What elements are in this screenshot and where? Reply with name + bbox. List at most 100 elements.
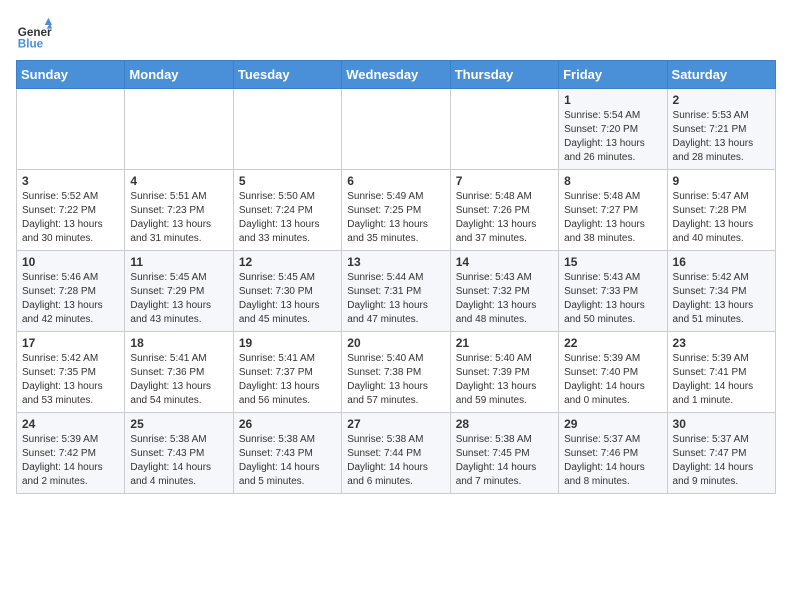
day-number: 29 [564, 417, 661, 431]
day-number: 21 [456, 336, 553, 350]
day-cell: 22 Sunrise: 5:39 AM Sunset: 7:40 PM Dayli… [559, 332, 667, 413]
logo-icon: General Blue [16, 16, 52, 52]
day-number: 7 [456, 174, 553, 188]
day-number: 30 [673, 417, 770, 431]
day-number: 20 [347, 336, 444, 350]
day-cell: 30 Sunrise: 5:37 AM Sunset: 7:47 PM Dayli… [667, 413, 775, 494]
day-cell: 3 Sunrise: 5:52 AM Sunset: 7:22 PM Daylig… [17, 170, 125, 251]
day-cell: 17Sunrise: 5:42 AM Sunset: 7:35 PM Dayli… [17, 332, 125, 413]
day-cell: 10 Sunrise: 5:46 AM Sunset: 7:28 PM Dayli… [17, 251, 125, 332]
day-info: Sunrise: 5:40 AM Sunset: 7:39 PM Dayligh… [456, 352, 553, 408]
day-number: 15 [564, 255, 661, 269]
day-cell [17, 89, 125, 170]
day-number: 3 [22, 174, 119, 188]
day-number: 19 [239, 336, 336, 350]
weekday-header-thursday: Thursday [450, 61, 558, 89]
day-info: Sunrise: 5:38 AM Sunset: 7:44 PM Dayligh… [347, 433, 444, 489]
day-cell: 16Sunrise: 5:42 AM Sunset: 7:34 PM Dayli… [667, 251, 775, 332]
day-info: Sunrise: 5:52 AM Sunset: 7:22 PM Dayligh… [22, 190, 119, 246]
day-info: Sunrise: 5:39 AM Sunset: 7:42 PM Dayligh… [22, 433, 119, 489]
day-info: Sunrise: 5:46 AM Sunset: 7:28 PM Dayligh… [22, 271, 119, 327]
day-cell: 2 Sunrise: 5:53 AM Sunset: 7:21 PM Daylig… [667, 89, 775, 170]
day-info: Sunrise: 5:51 AM Sunset: 7:23 PM Dayligh… [130, 190, 227, 246]
day-info: Sunrise: 5:37 AM Sunset: 7:47 PM Dayligh… [673, 433, 770, 489]
day-number: 4 [130, 174, 227, 188]
day-info: Sunrise: 5:39 AM Sunset: 7:40 PM Dayligh… [564, 352, 661, 408]
calendar-table: SundayMondayTuesdayWednesdayThursdayFrid… [16, 60, 776, 494]
day-number: 23 [673, 336, 770, 350]
day-number: 14 [456, 255, 553, 269]
day-number: 24 [22, 417, 119, 431]
day-info: Sunrise: 5:41 AM Sunset: 7:37 PM Dayligh… [239, 352, 336, 408]
day-number: 5 [239, 174, 336, 188]
day-info: Sunrise: 5:44 AM Sunset: 7:31 PM Dayligh… [347, 271, 444, 327]
day-cell: 8 Sunrise: 5:48 AM Sunset: 7:27 PM Daylig… [559, 170, 667, 251]
week-row-1: 1 Sunrise: 5:54 AM Sunset: 7:20 PM Daylig… [17, 89, 776, 170]
day-info: Sunrise: 5:43 AM Sunset: 7:32 PM Dayligh… [456, 271, 553, 327]
day-info: Sunrise: 5:50 AM Sunset: 7:24 PM Dayligh… [239, 190, 336, 246]
day-info: Sunrise: 5:53 AM Sunset: 7:21 PM Dayligh… [673, 109, 770, 165]
day-cell: 11 Sunrise: 5:45 AM Sunset: 7:29 PM Dayli… [125, 251, 233, 332]
day-cell: 5 Sunrise: 5:50 AM Sunset: 7:24 PM Daylig… [233, 170, 341, 251]
day-cell: 15Sunrise: 5:43 AM Sunset: 7:33 PM Dayli… [559, 251, 667, 332]
day-number: 27 [347, 417, 444, 431]
day-cell: 7 Sunrise: 5:48 AM Sunset: 7:26 PM Daylig… [450, 170, 558, 251]
day-number: 12 [239, 255, 336, 269]
day-cell: 20 Sunrise: 5:40 AM Sunset: 7:38 PM Dayli… [342, 332, 450, 413]
day-cell: 25Sunrise: 5:38 AM Sunset: 7:43 PM Dayli… [125, 413, 233, 494]
day-cell: 6Sunrise: 5:49 AM Sunset: 7:25 PM Daylig… [342, 170, 450, 251]
day-number: 11 [130, 255, 227, 269]
day-info: Sunrise: 5:40 AM Sunset: 7:38 PM Dayligh… [347, 352, 444, 408]
day-cell: 21 Sunrise: 5:40 AM Sunset: 7:39 PM Dayli… [450, 332, 558, 413]
day-cell: 23 Sunrise: 5:39 AM Sunset: 7:41 PM Dayli… [667, 332, 775, 413]
day-number: 26 [239, 417, 336, 431]
weekday-header-friday: Friday [559, 61, 667, 89]
day-cell [233, 89, 341, 170]
day-number: 28 [456, 417, 553, 431]
day-cell [450, 89, 558, 170]
day-number: 22 [564, 336, 661, 350]
logo: General Blue [16, 16, 52, 52]
day-number: 2 [673, 93, 770, 107]
day-info: Sunrise: 5:48 AM Sunset: 7:27 PM Dayligh… [564, 190, 661, 246]
weekday-header-tuesday: Tuesday [233, 61, 341, 89]
day-cell: 24 Sunrise: 5:39 AM Sunset: 7:42 PM Dayli… [17, 413, 125, 494]
day-info: Sunrise: 5:54 AM Sunset: 7:20 PM Dayligh… [564, 109, 661, 165]
day-info: Sunrise: 5:47 AM Sunset: 7:28 PM Dayligh… [673, 190, 770, 246]
day-info: Sunrise: 5:38 AM Sunset: 7:43 PM Dayligh… [239, 433, 336, 489]
day-number: 8 [564, 174, 661, 188]
day-cell: 27 Sunrise: 5:38 AM Sunset: 7:44 PM Dayli… [342, 413, 450, 494]
day-number: 10 [22, 255, 119, 269]
day-info: Sunrise: 5:45 AM Sunset: 7:29 PM Dayligh… [130, 271, 227, 327]
day-cell: 18Sunrise: 5:41 AM Sunset: 7:36 PM Dayli… [125, 332, 233, 413]
day-info: Sunrise: 5:42 AM Sunset: 7:34 PM Dayligh… [673, 271, 770, 327]
day-number: 17 [22, 336, 119, 350]
page-header: General Blue [16, 16, 776, 52]
week-row-3: 10 Sunrise: 5:46 AM Sunset: 7:28 PM Dayli… [17, 251, 776, 332]
day-number: 1 [564, 93, 661, 107]
day-info: Sunrise: 5:41 AM Sunset: 7:36 PM Dayligh… [130, 352, 227, 408]
day-number: 25 [130, 417, 227, 431]
week-row-5: 24 Sunrise: 5:39 AM Sunset: 7:42 PM Dayli… [17, 413, 776, 494]
day-info: Sunrise: 5:49 AM Sunset: 7:25 PM Dayligh… [347, 190, 444, 246]
day-cell: 29 Sunrise: 5:37 AM Sunset: 7:46 PM Dayli… [559, 413, 667, 494]
day-cell: 28 Sunrise: 5:38 AM Sunset: 7:45 PM Dayli… [450, 413, 558, 494]
weekday-header-sunday: Sunday [17, 61, 125, 89]
day-cell [125, 89, 233, 170]
day-info: Sunrise: 5:37 AM Sunset: 7:46 PM Dayligh… [564, 433, 661, 489]
week-row-2: 3 Sunrise: 5:52 AM Sunset: 7:22 PM Daylig… [17, 170, 776, 251]
day-number: 9 [673, 174, 770, 188]
day-cell: 1 Sunrise: 5:54 AM Sunset: 7:20 PM Daylig… [559, 89, 667, 170]
day-cell: 12 Sunrise: 5:45 AM Sunset: 7:30 PM Dayli… [233, 251, 341, 332]
day-cell: 13Sunrise: 5:44 AM Sunset: 7:31 PM Dayli… [342, 251, 450, 332]
weekday-header-monday: Monday [125, 61, 233, 89]
weekday-header-saturday: Saturday [667, 61, 775, 89]
day-info: Sunrise: 5:45 AM Sunset: 7:30 PM Dayligh… [239, 271, 336, 327]
day-info: Sunrise: 5:38 AM Sunset: 7:45 PM Dayligh… [456, 433, 553, 489]
day-info: Sunrise: 5:48 AM Sunset: 7:26 PM Dayligh… [456, 190, 553, 246]
day-cell [342, 89, 450, 170]
day-info: Sunrise: 5:39 AM Sunset: 7:41 PM Dayligh… [673, 352, 770, 408]
week-row-4: 17Sunrise: 5:42 AM Sunset: 7:35 PM Dayli… [17, 332, 776, 413]
weekday-header-row: SundayMondayTuesdayWednesdayThursdayFrid… [17, 61, 776, 89]
day-cell: 19 Sunrise: 5:41 AM Sunset: 7:37 PM Dayli… [233, 332, 341, 413]
